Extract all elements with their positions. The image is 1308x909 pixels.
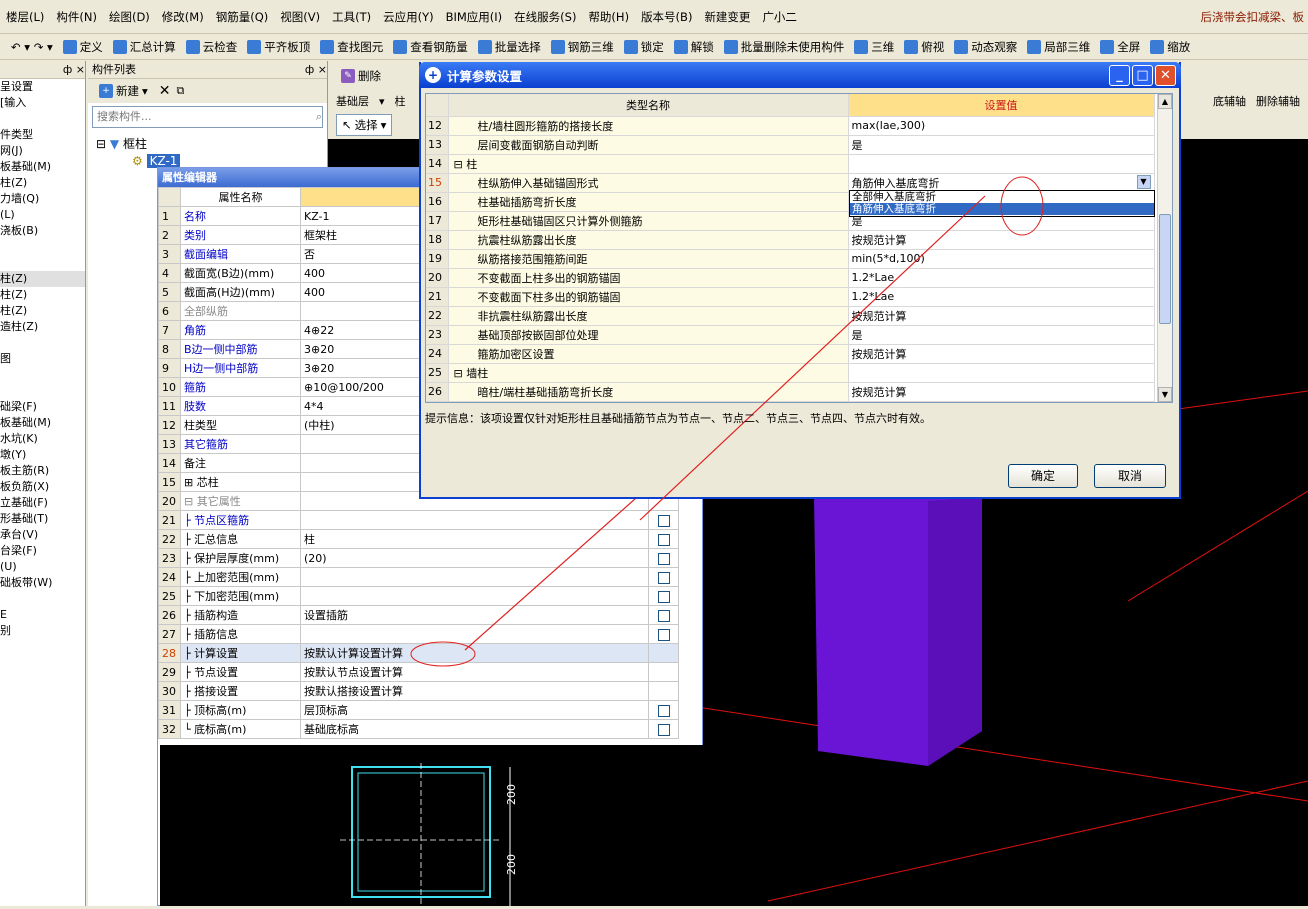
ok-button[interactable]: 确定 xyxy=(1008,464,1078,488)
hint-text: 提示信息：该项设置仅针对矩形柱且基础插筋节点为节点一、节点二、节点三、节点四、节… xyxy=(425,410,1173,428)
dialog-annotation xyxy=(0,0,1308,906)
cancel-button[interactable]: 取消 xyxy=(1094,464,1166,488)
